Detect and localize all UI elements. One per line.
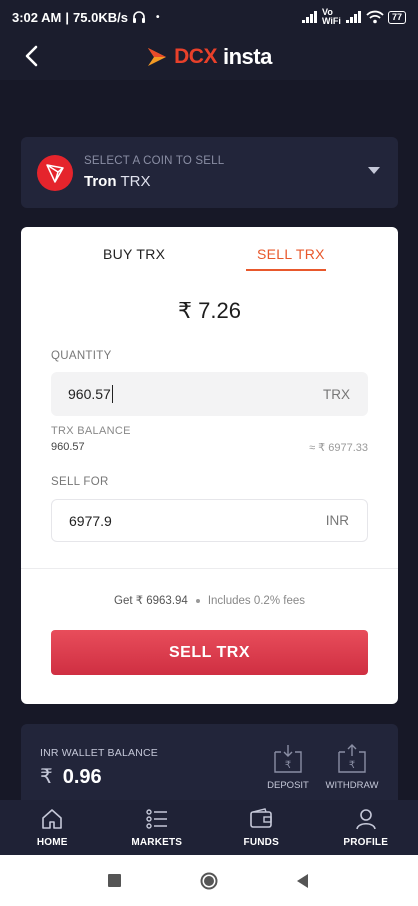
coin-price: ₹ 7.26	[178, 298, 241, 323]
signal-icon	[345, 11, 361, 23]
vowifi-label: Vo WiFi	[321, 7, 341, 26]
list-icon	[146, 809, 167, 829]
wallet-currency: ₹	[40, 766, 53, 788]
svg-text:₹: ₹	[349, 760, 355, 771]
active-tab-indicator	[246, 269, 326, 271]
nav-profile[interactable]: PROFILE	[314, 800, 418, 855]
coin-selector[interactable]: SELECT A COIN TO SELL Tron TRX	[21, 137, 398, 208]
quantity-label: QUANTITY	[51, 350, 112, 362]
withdraw-icon: ₹	[338, 744, 366, 773]
app-bar: DCX insta	[0, 34, 418, 80]
balance-label: TRX BALANCE	[51, 425, 131, 437]
sell-button[interactable]: SELL TRX	[51, 630, 368, 675]
text-cursor	[111, 385, 113, 403]
wallet-icon	[250, 808, 273, 828]
quantity-input[interactable]: 960.57 TRX	[51, 372, 368, 416]
withdraw-button[interactable]: ₹ WITHDRAW	[322, 744, 382, 791]
headphones-icon	[132, 11, 145, 23]
logo-brand: DCX	[174, 45, 217, 68]
coin-selector-hint: SELECT A COIN TO SELL	[84, 155, 225, 167]
tab-buy[interactable]: BUY TRX	[103, 246, 165, 262]
nav-markets-label: MARKETS	[131, 837, 183, 848]
deposit-label: DEPOSIT	[267, 780, 309, 791]
status-dot: •	[155, 11, 160, 23]
get-amount: Get ₹ 6963.94	[114, 595, 188, 607]
nav-funds[interactable]: FUNDS	[209, 800, 314, 855]
sell-for-value: 6977.9	[69, 512, 112, 529]
coin-name: Tron	[84, 173, 117, 190]
status-separator: |	[65, 9, 70, 25]
nav-markets[interactable]: MARKETS	[105, 800, 210, 855]
status-speed: 75.0KB/s	[73, 9, 128, 25]
divider	[21, 568, 398, 569]
bottom-nav: HOME MARKETS FUNDS PROFILE	[0, 800, 418, 855]
nav-profile-label: PROFILE	[343, 837, 389, 848]
nav-home[interactable]: HOME	[0, 800, 105, 855]
wallet-card: INR WALLET BALANCE ₹0.96 ₹ DEPOSIT ₹ WIT…	[21, 724, 398, 804]
home-icon	[42, 809, 63, 829]
coin-name-row: Tron TRX	[84, 173, 224, 190]
tab-sell[interactable]: SELL TRX	[257, 246, 325, 262]
battery-indicator: 77	[387, 10, 406, 24]
wallet-balance-label: INR WALLET BALANCE	[40, 747, 158, 759]
wallet-balance: ₹0.96	[40, 764, 102, 789]
wifi-icon	[366, 10, 384, 24]
dcx-logo-icon	[148, 48, 167, 66]
fees-note: Includes 0.2% fees	[207, 595, 305, 607]
recents-square-icon[interactable]	[106, 872, 124, 890]
deposit-icon: ₹	[274, 745, 302, 773]
back-triangle-icon[interactable]	[294, 872, 312, 890]
tron-logo-icon	[37, 154, 73, 191]
home-circle-icon[interactable]	[200, 872, 218, 890]
wallet-balance-value: 0.96	[62, 766, 102, 788]
withdraw-label: WITHDRAW	[325, 780, 379, 791]
coin-symbol: TRX	[120, 173, 151, 190]
balance-value[interactable]: 960.57	[51, 441, 85, 453]
trade-card: BUY TRX SELL TRX ₹ 7.26 QUANTITY 960.57 …	[21, 227, 398, 704]
svg-text:₹: ₹	[285, 760, 291, 771]
status-time: 3:02 AM	[12, 9, 62, 25]
nav-home-label: HOME	[36, 837, 68, 848]
system-nav-bar	[0, 855, 418, 906]
sell-for-label: SELL FOR	[51, 476, 109, 488]
user-icon	[355, 809, 376, 830]
app-logo: DCX insta	[146, 44, 272, 70]
order-summary: Get ₹ 6963.94 Includes 0.2% fees	[21, 593, 398, 607]
back-arrow-icon[interactable]	[18, 42, 46, 70]
deposit-button[interactable]: ₹ DEPOSIT	[258, 744, 318, 791]
sell-for-unit: INR	[325, 513, 349, 528]
nav-funds-label: FUNDS	[243, 837, 279, 848]
summary-separator-dot	[195, 598, 200, 603]
status-bar: 3:02 AM | 75.0KB/s • Vo WiFi 77	[0, 0, 418, 34]
quantity-unit: TRX	[323, 386, 350, 402]
signal-icon	[301, 11, 317, 23]
balance-inr-value: ≈ ₹ 6977.33	[309, 442, 368, 454]
logo-suffix: insta	[222, 44, 272, 69]
quantity-value: 960.57	[68, 386, 111, 402]
sell-for-input[interactable]: 6977.9 INR	[51, 499, 368, 542]
dropdown-caret-icon[interactable]	[368, 167, 380, 175]
